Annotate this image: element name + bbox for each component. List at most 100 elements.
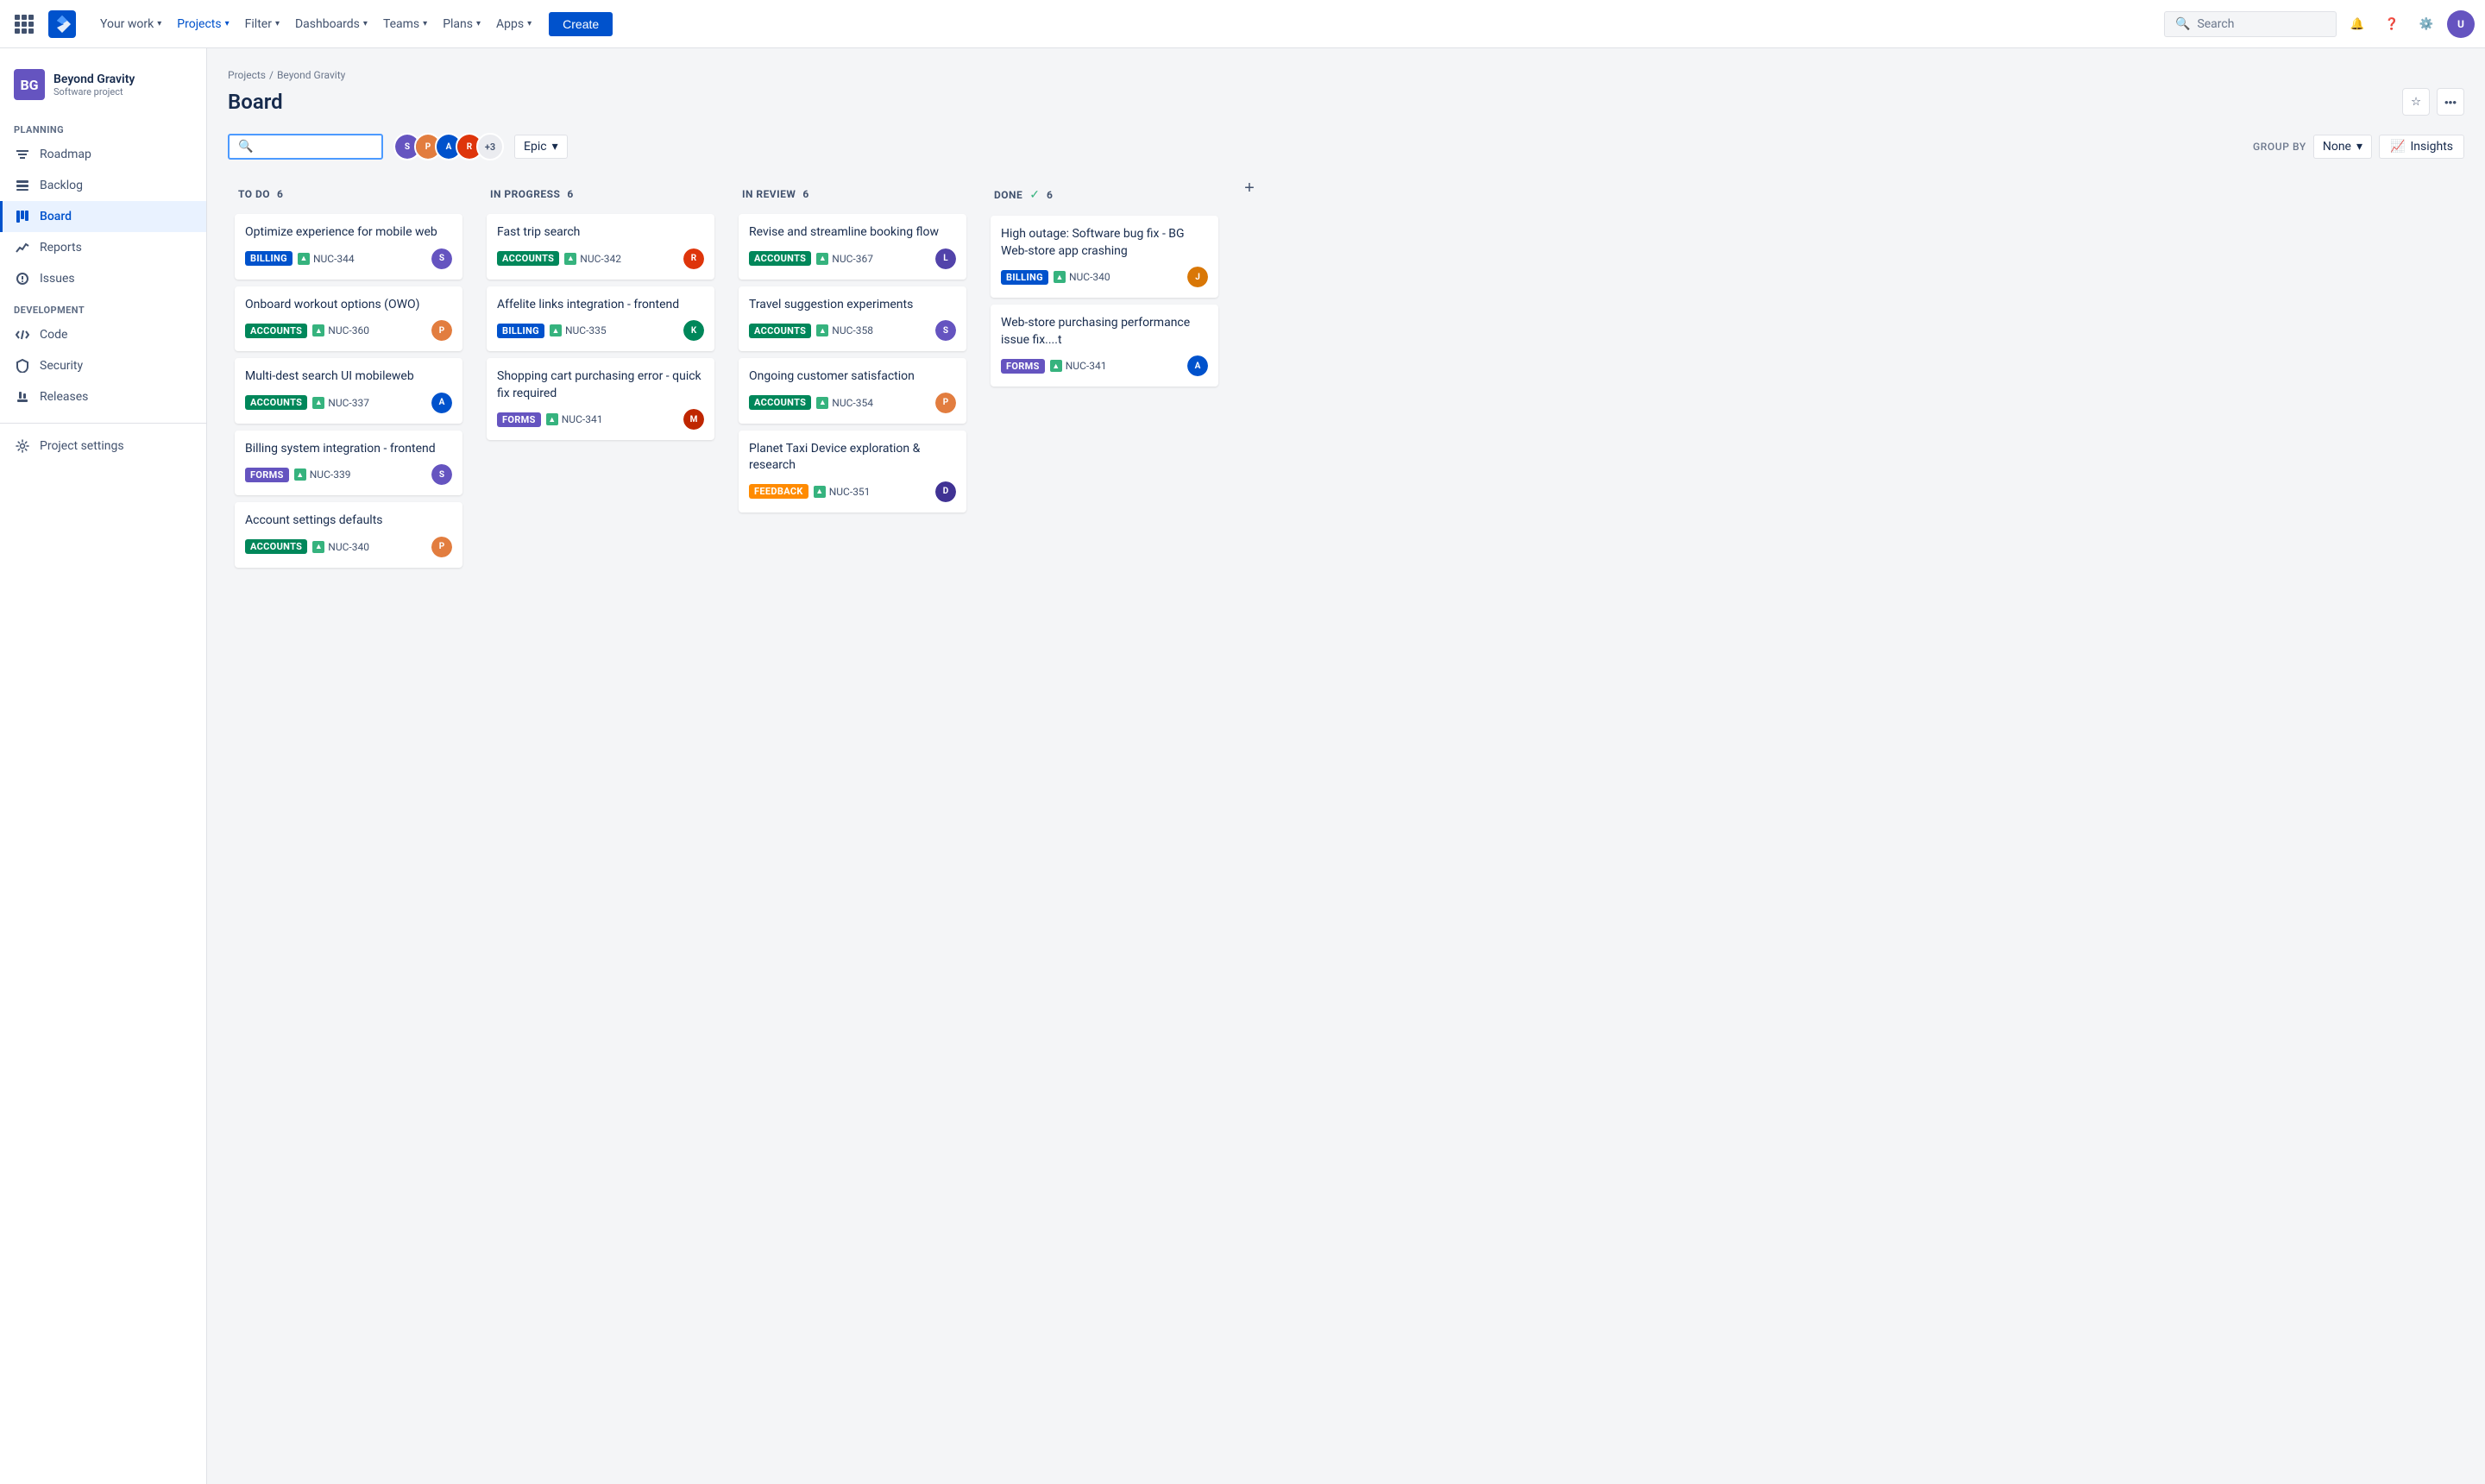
add-column-button[interactable]: +	[1236, 174, 1263, 202]
board-card[interactable]: Travel suggestion experiments ACCOUNTS ▲…	[739, 286, 966, 352]
card-title: Travel suggestion experiments	[749, 297, 956, 314]
card-avatar: K	[683, 320, 704, 341]
card-issue-id: ▲ NUC-340	[312, 541, 369, 553]
sidebar-item-code[interactable]: Code	[0, 319, 206, 350]
card-labels: ACCOUNTS ▲ NUC-367	[749, 251, 873, 266]
notifications-button[interactable]: 🔔	[2343, 10, 2371, 38]
nav-apps[interactable]: Apps ▾	[489, 12, 538, 36]
board-icon	[14, 208, 31, 225]
card-labels: ACCOUNTS ▲ NUC-354	[749, 395, 873, 410]
card-avatar: P	[431, 320, 452, 341]
board-card[interactable]: Affelite links integration - frontend BI…	[487, 286, 714, 352]
card-avatar: D	[935, 481, 956, 502]
page-actions: ☆ •••	[2402, 88, 2464, 116]
card-label: BILLING	[245, 251, 293, 266]
card-avatar: J	[1187, 267, 1208, 287]
app-switcher-button[interactable]	[10, 10, 38, 38]
sidebar-item-roadmap[interactable]: Roadmap	[0, 139, 206, 170]
project-name: Beyond Gravity	[53, 72, 135, 86]
board-card[interactable]: Shopping cart purchasing error - quick f…	[487, 358, 714, 440]
board-card[interactable]: Planet Taxi Device exploration & researc…	[739, 431, 966, 512]
nav-projects[interactable]: Projects ▾	[170, 12, 236, 36]
chevron-down-icon: ▾	[552, 140, 558, 154]
board-card[interactable]: Multi-dest search UI mobileweb ACCOUNTS …	[235, 358, 462, 424]
card-avatar: L	[935, 248, 956, 269]
reports-icon	[14, 239, 31, 256]
sidebar-item-reports[interactable]: Reports	[0, 232, 206, 263]
breadcrumb-project-name[interactable]: Beyond Gravity	[277, 69, 345, 81]
card-title: High outage: Software bug fix - BG Web-s…	[1001, 226, 1208, 260]
board-search[interactable]: 🔍	[228, 134, 383, 160]
card-avatar: A	[431, 393, 452, 413]
card-label: ACCOUNTS	[245, 395, 307, 410]
project-settings-icon	[14, 437, 31, 455]
board-card[interactable]: Onboard workout options (OWO) ACCOUNTS ▲…	[235, 286, 462, 352]
card-issue-id: ▲ NUC-358	[816, 324, 873, 336]
project-info: Beyond Gravity Software project	[53, 72, 135, 97]
sidebar-item-backlog[interactable]: Backlog	[0, 170, 206, 201]
card-avatar: S	[935, 320, 956, 341]
card-footer: ACCOUNTS ▲ NUC-342 R	[497, 248, 704, 269]
board-card[interactable]: Optimize experience for mobile web BILLI…	[235, 214, 462, 280]
search-icon: 🔍	[2175, 17, 2190, 31]
board-card[interactable]: Ongoing customer satisfaction ACCOUNTS ▲…	[739, 358, 966, 424]
more-actions-button[interactable]: •••	[2437, 88, 2464, 116]
issue-icon: ▲	[312, 324, 324, 336]
sidebar-item-board[interactable]: Board	[0, 201, 206, 232]
card-label: FORMS	[245, 468, 289, 482]
card-title: Multi-dest search UI mobileweb	[245, 368, 452, 386]
card-title: Fast trip search	[497, 224, 704, 242]
create-button[interactable]: Create	[549, 12, 613, 36]
nav-filter[interactable]: Filter ▾	[238, 12, 286, 36]
card-footer: ACCOUNTS ▲ NUC-360 P	[245, 320, 452, 341]
card-issue-id: ▲ NUC-340	[1054, 271, 1110, 283]
board-card[interactable]: Billing system integration - frontend FO…	[235, 431, 462, 496]
board-card[interactable]: Revise and streamline booking flow ACCOU…	[739, 214, 966, 280]
epic-label: Epic	[524, 140, 547, 154]
card-labels: FORMS ▲ NUC-341	[497, 412, 602, 427]
card-issue-id: ▲ NUC-354	[816, 397, 873, 409]
card-footer: FORMS ▲ NUC-341 A	[1001, 355, 1208, 376]
sidebar-bottom-divider	[0, 423, 206, 431]
nav-dashboards[interactable]: Dashboards ▾	[288, 12, 374, 36]
card-footer: FORMS ▲ NUC-339 S	[245, 464, 452, 485]
avatar-overflow-count[interactable]: +3	[476, 133, 504, 160]
issue-icon: ▲	[814, 486, 826, 498]
breadcrumb-projects[interactable]: Projects	[228, 69, 266, 81]
board-columns: TO DO 6 Optimize experience for mobile w…	[228, 174, 2464, 602]
card-labels: ACCOUNTS ▲ NUC-337	[245, 395, 369, 410]
settings-button[interactable]: ⚙️	[2413, 10, 2440, 38]
column-count: 6	[1047, 189, 1053, 201]
card-title: Planet Taxi Device exploration & researc…	[749, 441, 956, 475]
column-header-inprogress: IN PROGRESS 6	[487, 181, 714, 207]
card-footer: FORMS ▲ NUC-341 M	[497, 409, 704, 430]
board-card[interactable]: Web-store purchasing performance issue f…	[991, 305, 1218, 387]
grid-icon	[15, 15, 34, 34]
sidebar-item-issues[interactable]: Issues	[0, 263, 206, 294]
user-avatar[interactable]: U	[2447, 10, 2475, 38]
sidebar-project[interactable]: BG Beyond Gravity Software project	[0, 62, 206, 114]
card-issue-id: ▲ NUC-342	[564, 253, 621, 265]
chevron-down-icon: ▾	[423, 19, 427, 28]
nav-plans[interactable]: Plans ▾	[436, 12, 488, 36]
jira-logo[interactable]	[48, 10, 76, 38]
board-card[interactable]: High outage: Software bug fix - BG Web-s…	[991, 216, 1218, 298]
nav-teams[interactable]: Teams ▾	[376, 12, 434, 36]
search-box[interactable]: 🔍 Search	[2164, 11, 2337, 37]
group-by-select[interactable]: None ▾	[2313, 135, 2372, 159]
help-button[interactable]: ❓	[2378, 10, 2406, 38]
star-button[interactable]: ☆	[2402, 88, 2430, 116]
sidebar-item-security[interactable]: Security	[0, 350, 206, 381]
issue-icon: ▲	[312, 541, 324, 553]
card-title: Onboard workout options (OWO)	[245, 297, 452, 314]
nav-left: Your work ▾ Projects ▾ Filter ▾ Dashboar…	[10, 10, 613, 38]
sidebar-item-releases[interactable]: Releases	[0, 381, 206, 412]
column-header-done: DONE ✓ 6	[991, 181, 1218, 209]
sidebar-item-project-settings[interactable]: Project settings	[0, 431, 206, 462]
board-card[interactable]: Account settings defaults ACCOUNTS ▲ NUC…	[235, 502, 462, 568]
column-inreview: IN REVIEW 6 Revise and streamline bookin…	[732, 174, 973, 526]
epic-filter-button[interactable]: Epic ▾	[514, 135, 568, 159]
nav-your-work[interactable]: Your work ▾	[93, 12, 168, 36]
board-card[interactable]: Fast trip search ACCOUNTS ▲ NUC-342 R	[487, 214, 714, 280]
insights-button[interactable]: 📈 Insights	[2379, 135, 2464, 159]
